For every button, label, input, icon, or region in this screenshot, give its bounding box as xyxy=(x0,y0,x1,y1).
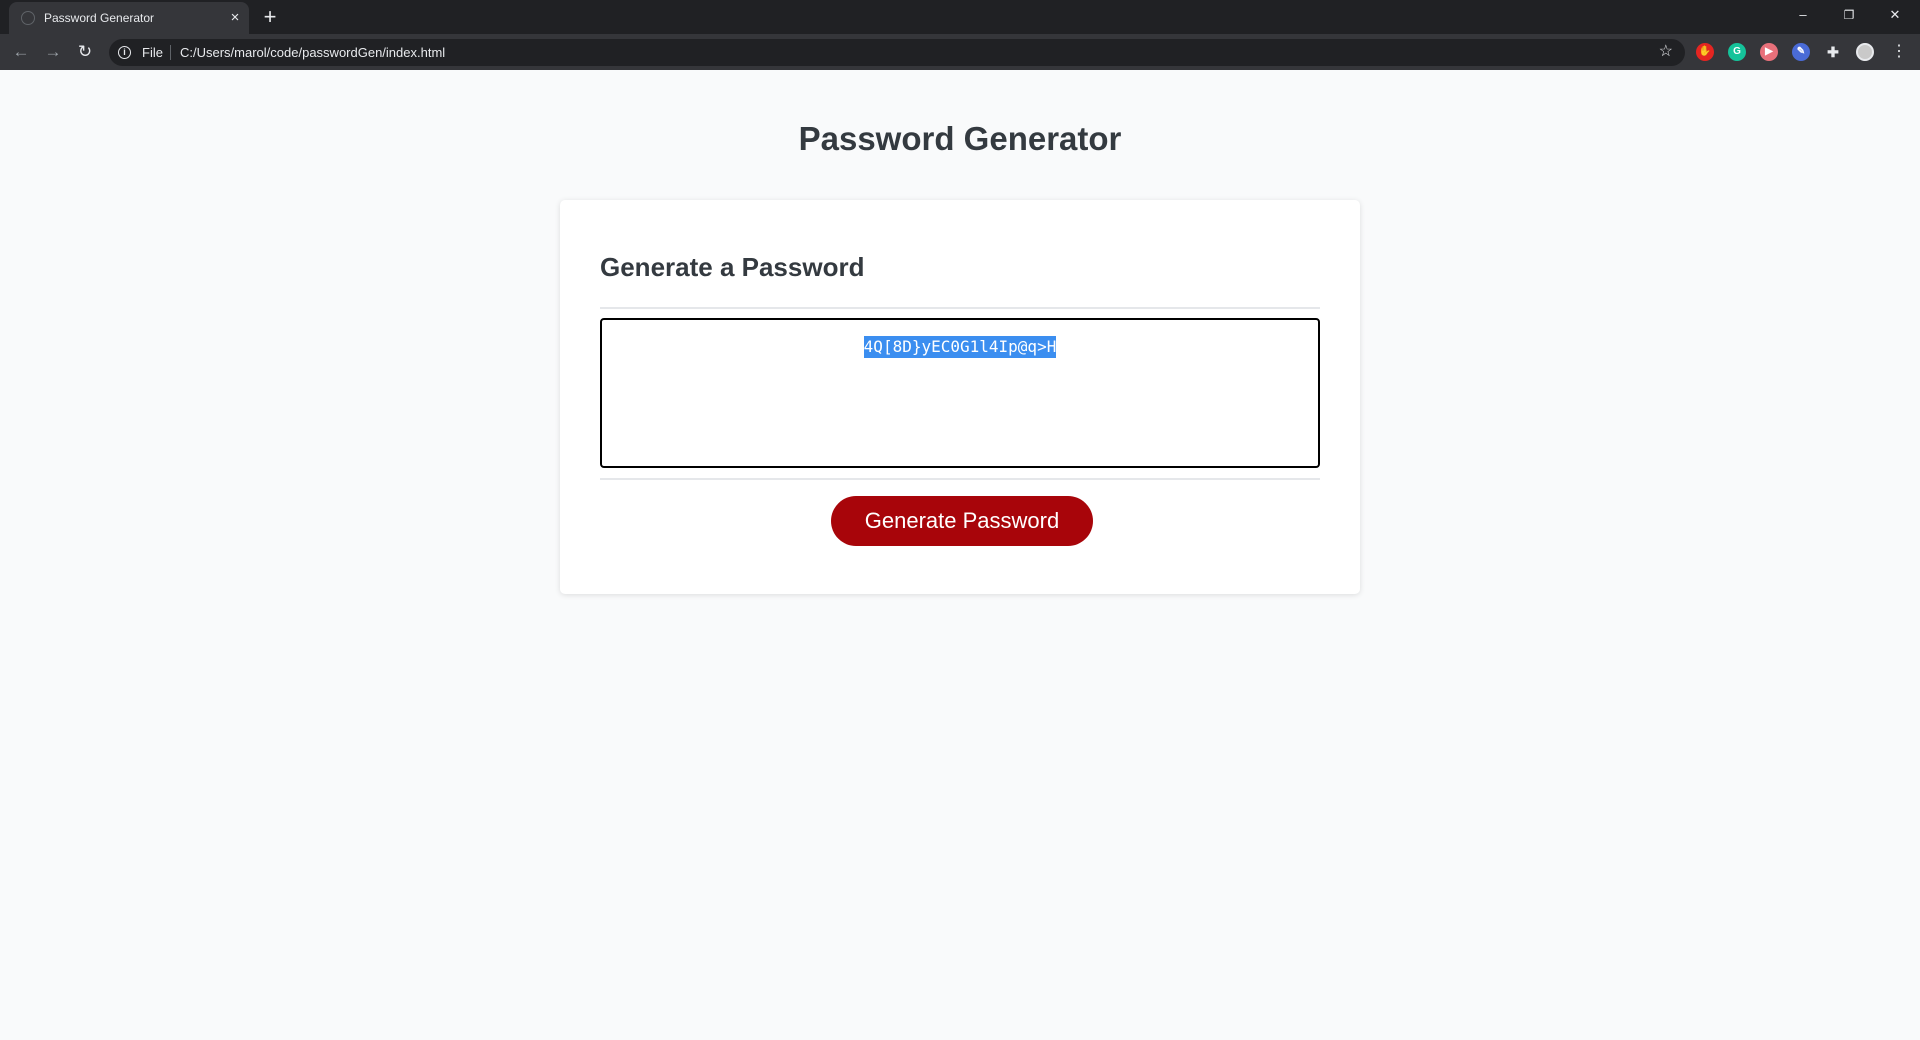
url-text[interactable]: C:/Users/marol/code/passwordGen/index.ht… xyxy=(180,45,445,60)
globe-icon xyxy=(21,11,35,25)
menu-icon[interactable]: ⋮ xyxy=(1891,41,1907,63)
generator-card: Generate a Password 4Q[8D}yEC0G1l4Ip@q>H… xyxy=(560,200,1360,594)
restore-button[interactable]: ❐ xyxy=(1826,0,1872,30)
minimize-button[interactable]: – xyxy=(1780,0,1826,30)
stop-extension-icon[interactable]: ✋ xyxy=(1696,43,1714,61)
password-value[interactable]: 4Q[8D}yEC0G1l4Ip@q>H xyxy=(863,336,1057,358)
puzzle-extensions-icon[interactable]: ✚ xyxy=(1824,43,1842,61)
close-tab-icon[interactable]: × xyxy=(225,8,245,28)
page-content: Password Generator Generate a Password 4… xyxy=(0,70,1920,1040)
grammarly-extension-icon[interactable]: G xyxy=(1728,43,1746,61)
reload-icon[interactable]: ↻ xyxy=(73,40,97,64)
generate-password-button[interactable]: Generate Password xyxy=(831,496,1093,546)
new-tab-button[interactable]: + xyxy=(258,5,282,29)
card-heading: Generate a Password xyxy=(600,252,865,282)
omnibox-divider xyxy=(170,45,171,60)
page-title: Password Generator xyxy=(798,120,1122,157)
close-window-button[interactable]: ✕ xyxy=(1872,0,1918,30)
tab-strip: Password Generator × + – ❐ ✕ xyxy=(0,0,1920,34)
password-textarea[interactable]: 4Q[8D}yEC0G1l4Ip@q>H xyxy=(600,318,1320,468)
browser-tab[interactable]: Password Generator × xyxy=(9,2,249,34)
info-icon[interactable]: i xyxy=(118,46,131,59)
bookmark-star-icon[interactable]: ☆ xyxy=(1659,43,1673,61)
pen-extension-icon[interactable]: ✎ xyxy=(1792,43,1810,61)
tab-title: Password Generator xyxy=(44,11,155,25)
avatar[interactable] xyxy=(1856,43,1874,61)
back-icon[interactable]: ← xyxy=(9,40,33,64)
screencast-extension-icon[interactable]: ▶ xyxy=(1760,43,1778,61)
browser-toolbar: ← → ↻ i File C:/Users/marol/code/passwor… xyxy=(0,34,1920,70)
forward-icon[interactable]: → xyxy=(41,40,65,64)
divider xyxy=(600,478,1320,480)
divider xyxy=(600,307,1320,309)
address-bar[interactable]: i File C:/Users/marol/code/passwordGen/i… xyxy=(109,39,1685,66)
url-scheme-label: File xyxy=(142,45,163,60)
